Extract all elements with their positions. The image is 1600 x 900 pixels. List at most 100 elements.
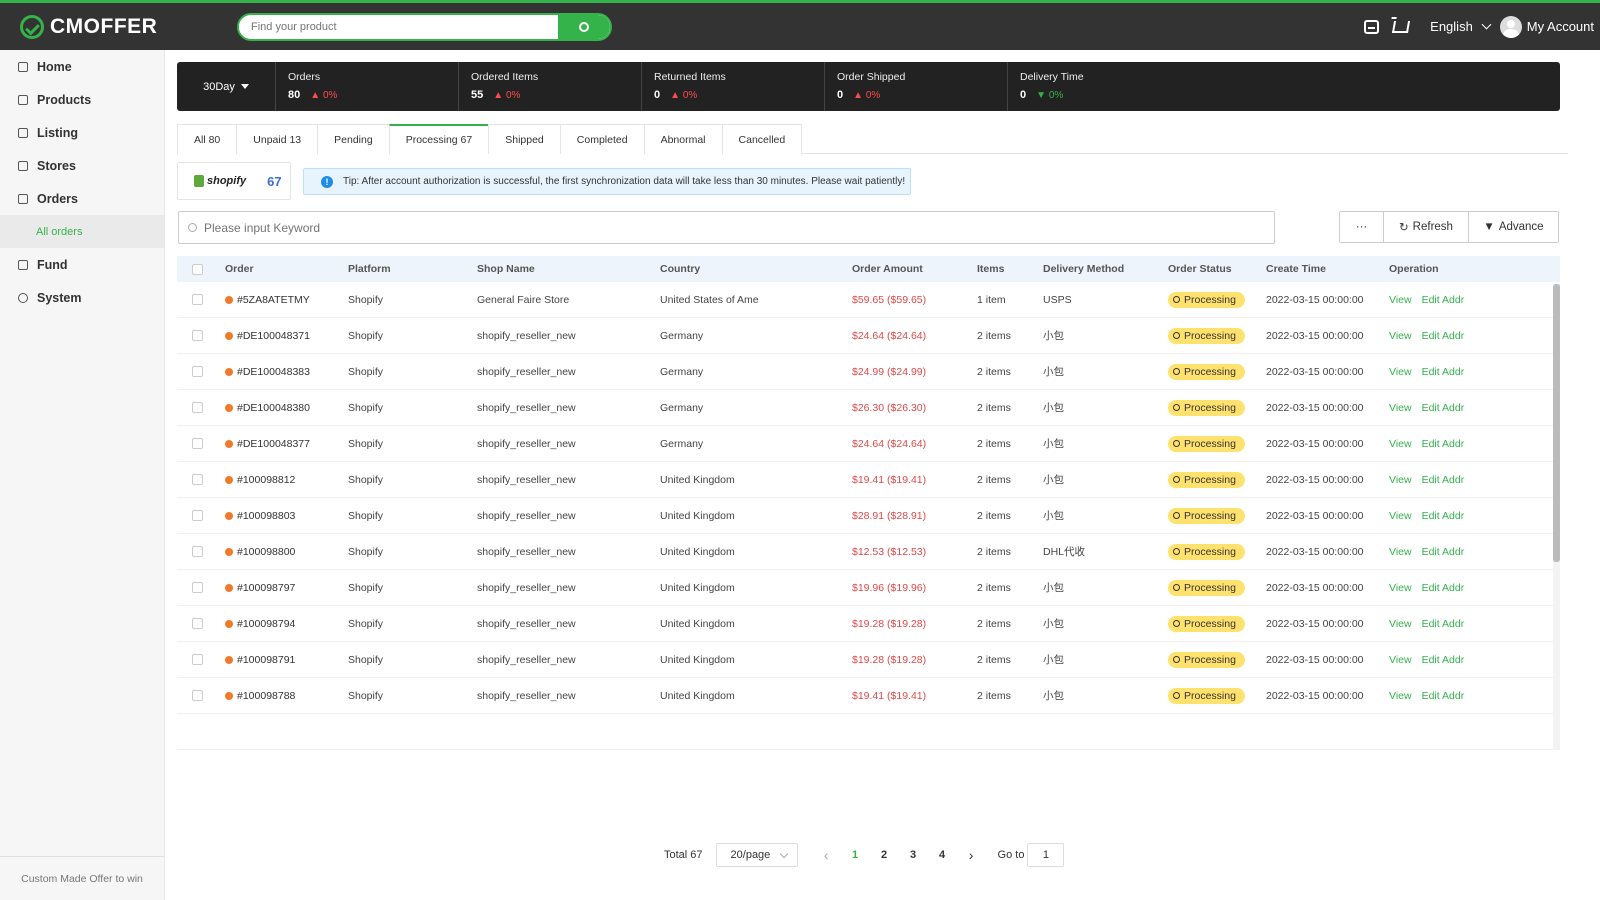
column-header[interactable]: Delivery Method	[1043, 263, 1168, 275]
edit-addr-link[interactable]: Edit Addr	[1422, 690, 1465, 702]
tab-processing[interactable]: Processing 67	[388, 124, 490, 154]
view-link[interactable]: View	[1389, 294, 1412, 306]
page-number[interactable]: 4	[928, 849, 957, 861]
sidebar-item-orders[interactable]: Orders	[0, 182, 164, 215]
column-header[interactable]: Country	[660, 263, 852, 275]
cart-icon[interactable]	[1392, 20, 1411, 33]
logo[interactable]: CMOFFER	[20, 14, 212, 39]
column-header[interactable]: Order Amount	[852, 263, 977, 275]
edit-addr-link[interactable]: Edit Addr	[1422, 654, 1465, 666]
tab-abnormal[interactable]: Abnormal	[643, 124, 723, 154]
view-link[interactable]: View	[1389, 510, 1412, 522]
edit-addr-link[interactable]: Edit Addr	[1422, 402, 1465, 414]
edit-addr-link[interactable]: Edit Addr	[1422, 294, 1465, 306]
page-number[interactable]: 1	[841, 849, 870, 861]
keyword-input[interactable]	[204, 220, 1274, 235]
view-link[interactable]: View	[1389, 438, 1412, 450]
order-number[interactable]: #100098788	[237, 690, 295, 702]
tab-pending[interactable]: Pending	[317, 124, 390, 154]
tab-all[interactable]: All 80	[177, 124, 238, 154]
sidebar-item-system[interactable]: System	[0, 281, 164, 314]
period-selector[interactable]: 30Day	[177, 62, 275, 111]
order-number[interactable]: #100098812	[237, 474, 295, 486]
view-link[interactable]: View	[1389, 618, 1412, 630]
column-header[interactable]: Shop Name	[477, 263, 660, 275]
more-button[interactable]: ···	[1340, 212, 1384, 242]
row-checkbox[interactable]	[192, 474, 203, 485]
avatar[interactable]	[1499, 15, 1522, 38]
advance-filter-button[interactable]: ▼ Advance	[1469, 212, 1558, 242]
my-account-link[interactable]: My Account	[1527, 19, 1594, 34]
page-number[interactable]: 3	[899, 849, 928, 861]
goto-page-input[interactable]	[1027, 843, 1065, 867]
view-link[interactable]: View	[1389, 474, 1412, 486]
sidebar-item-home[interactable]: Home	[0, 50, 164, 83]
language-selector[interactable]: English	[1430, 19, 1492, 34]
page-size-select[interactable]: 20/page	[715, 843, 798, 867]
row-checkbox[interactable]	[192, 330, 203, 341]
search-button[interactable]	[558, 14, 610, 39]
view-link[interactable]: View	[1389, 690, 1412, 702]
page-number[interactable]: 2	[870, 849, 899, 861]
row-checkbox[interactable]	[192, 438, 203, 449]
message-icon[interactable]	[1364, 19, 1380, 34]
row-checkbox[interactable]	[192, 546, 203, 557]
tab-completed[interactable]: Completed	[559, 124, 645, 154]
order-number[interactable]: #DE100048371	[237, 330, 310, 342]
order-number[interactable]: #DE100048377	[237, 438, 310, 450]
view-link[interactable]: View	[1389, 582, 1412, 594]
order-number[interactable]: #100098800	[237, 546, 295, 558]
row-checkbox[interactable]	[192, 366, 203, 377]
column-header[interactable]: Create Time	[1266, 263, 1389, 275]
row-checkbox[interactable]	[192, 690, 203, 701]
tab-unpaid[interactable]: Unpaid 13	[236, 124, 319, 154]
order-number[interactable]: #DE100048383	[237, 366, 310, 378]
edit-addr-link[interactable]: Edit Addr	[1422, 366, 1465, 378]
view-link[interactable]: View	[1389, 402, 1412, 414]
tab-cancelled[interactable]: Cancelled	[721, 124, 803, 154]
column-header[interactable]: Items	[977, 263, 1043, 275]
edit-addr-link[interactable]: Edit Addr	[1422, 330, 1465, 342]
product-search-input[interactable]	[239, 20, 558, 33]
sidebar-item-listing[interactable]: Listing	[0, 116, 164, 149]
edit-addr-link[interactable]: Edit Addr	[1422, 546, 1465, 558]
order-number[interactable]: #100098794	[237, 618, 295, 630]
tab-shipped[interactable]: Shipped	[488, 124, 561, 154]
edit-addr-link[interactable]: Edit Addr	[1422, 438, 1465, 450]
column-header[interactable]: Order	[225, 263, 348, 275]
platform-filter-shopify[interactable]: shopify 67	[177, 162, 291, 200]
scrollbar-thumb[interactable]	[1553, 284, 1560, 562]
column-header[interactable]: Order Status	[1168, 263, 1266, 275]
order-number[interactable]: #100098791	[237, 654, 295, 666]
top-right-controls: English My Account	[1364, 15, 1594, 38]
sidebar-subitem-all-orders[interactable]: All orders	[0, 215, 164, 248]
row-checkbox[interactable]	[192, 402, 203, 413]
edit-addr-link[interactable]: Edit Addr	[1422, 474, 1465, 486]
sidebar-item-fund[interactable]: Fund	[0, 248, 164, 281]
edit-addr-link[interactable]: Edit Addr	[1422, 618, 1465, 630]
table-scrollbar[interactable]	[1553, 284, 1560, 750]
order-number[interactable]: #100098803	[237, 510, 295, 522]
select-all-checkbox[interactable]	[192, 263, 203, 275]
create-time-cell: 2022-03-15 00:00:00	[1266, 617, 1364, 630]
edit-addr-link[interactable]: Edit Addr	[1422, 510, 1465, 522]
column-header[interactable]: Platform	[348, 263, 477, 275]
row-checkbox[interactable]	[192, 510, 203, 521]
view-link[interactable]: View	[1389, 546, 1412, 558]
prev-page-button[interactable]: ‹	[812, 847, 841, 863]
next-page-button[interactable]: ›	[957, 847, 986, 863]
order-number[interactable]: #5ZA8ATETMY	[237, 294, 310, 306]
view-link[interactable]: View	[1389, 330, 1412, 342]
row-checkbox[interactable]	[192, 294, 203, 305]
edit-addr-link[interactable]: Edit Addr	[1422, 582, 1465, 594]
row-checkbox[interactable]	[192, 654, 203, 665]
view-link[interactable]: View	[1389, 654, 1412, 666]
order-number[interactable]: #100098797	[237, 582, 295, 594]
row-checkbox[interactable]	[192, 582, 203, 593]
refresh-button[interactable]: ↻ Refresh	[1384, 212, 1469, 242]
row-checkbox[interactable]	[192, 618, 203, 629]
view-link[interactable]: View	[1389, 366, 1412, 378]
order-number[interactable]: #DE100048380	[237, 402, 310, 414]
sidebar-item-products[interactable]: Products	[0, 83, 164, 116]
sidebar-item-stores[interactable]: Stores	[0, 149, 164, 182]
